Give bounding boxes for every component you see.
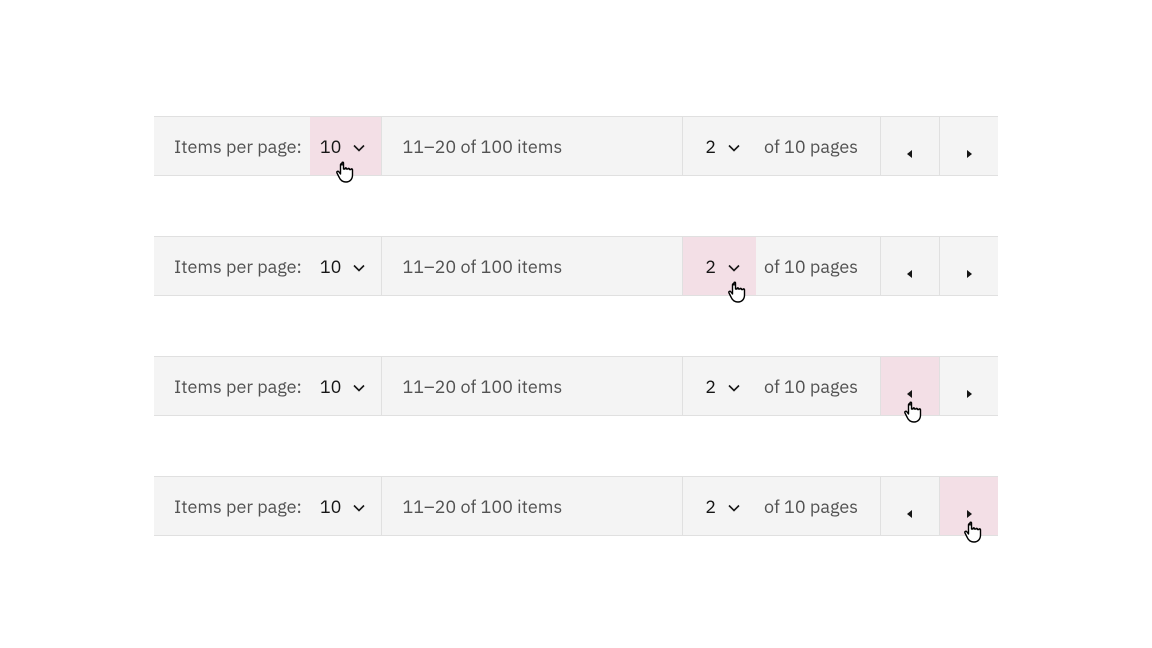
items-per-page-label: Items per page: xyxy=(154,477,310,535)
chevron-down-icon xyxy=(351,378,367,394)
page-select[interactable]: 2 xyxy=(682,117,756,175)
pagination-examples-stage: Items per page: 10 11–20 of 100 items 2 … xyxy=(154,116,998,536)
caret-right-icon xyxy=(964,141,974,151)
pagination-row: Items per page: 10 11–20 of 100 items 2 … xyxy=(154,356,998,416)
chevron-down-icon xyxy=(726,138,742,154)
pagination-bar: Items per page: 10 11–20 of 100 items 2 … xyxy=(154,116,998,176)
pagination-row: Items per page: 10 11–20 of 100 items 2 … xyxy=(154,476,998,536)
items-per-page-value: 10 xyxy=(320,255,342,278)
page-suffix-text: of 10 pages xyxy=(756,237,880,295)
items-per-page-select[interactable]: 10 xyxy=(310,357,382,415)
next-page-button[interactable] xyxy=(939,117,998,175)
pagination-bar: Items per page: 10 11–20 of 100 items 2 … xyxy=(154,356,998,416)
page-select[interactable]: 2 xyxy=(682,477,756,535)
next-page-button[interactable] xyxy=(939,357,998,415)
chevron-down-icon xyxy=(726,498,742,514)
caret-left-icon xyxy=(905,501,915,511)
chevron-down-icon xyxy=(351,498,367,514)
page-suffix-text: of 10 pages xyxy=(756,117,880,175)
page-suffix-text: of 10 pages xyxy=(756,357,880,415)
item-range-text: 11–20 of 100 items xyxy=(381,117,682,175)
item-range-text: 11–20 of 100 items xyxy=(381,237,682,295)
pagination-bar: Items per page: 10 11–20 of 100 items 2 … xyxy=(154,476,998,536)
page-value: 2 xyxy=(705,255,716,278)
page-value: 2 xyxy=(705,495,716,518)
items-per-page-value: 10 xyxy=(320,495,342,518)
page-suffix-text: of 10 pages xyxy=(756,477,880,535)
page-value: 2 xyxy=(705,135,716,158)
previous-page-button[interactable] xyxy=(880,237,939,295)
caret-left-icon xyxy=(905,261,915,271)
chevron-down-icon xyxy=(726,378,742,394)
caret-right-icon xyxy=(964,501,974,511)
page-select[interactable]: 2 xyxy=(682,237,756,295)
item-range-text: 11–20 of 100 items xyxy=(381,477,682,535)
items-per-page-select[interactable]: 10 xyxy=(310,477,382,535)
next-page-button[interactable] xyxy=(939,477,998,535)
previous-page-button[interactable] xyxy=(880,357,939,415)
chevron-down-icon xyxy=(351,258,367,274)
items-per-page-label: Items per page: xyxy=(154,237,310,295)
previous-page-button[interactable] xyxy=(880,117,939,175)
caret-left-icon xyxy=(905,381,915,391)
caret-right-icon xyxy=(964,261,974,271)
pagination-row: Items per page: 10 11–20 of 100 items 2 … xyxy=(154,236,998,296)
previous-page-button[interactable] xyxy=(880,477,939,535)
items-per-page-value: 10 xyxy=(320,375,342,398)
items-per-page-select[interactable]: 10 xyxy=(310,237,382,295)
chevron-down-icon xyxy=(726,258,742,274)
page-value: 2 xyxy=(705,375,716,398)
next-page-button[interactable] xyxy=(939,237,998,295)
item-range-text: 11–20 of 100 items xyxy=(381,357,682,415)
items-per-page-select[interactable]: 10 xyxy=(310,117,382,175)
items-per-page-value: 10 xyxy=(320,135,342,158)
pagination-bar: Items per page: 10 11–20 of 100 items 2 … xyxy=(154,236,998,296)
caret-right-icon xyxy=(964,381,974,391)
page-select[interactable]: 2 xyxy=(682,357,756,415)
items-per-page-label: Items per page: xyxy=(154,357,310,415)
caret-left-icon xyxy=(905,141,915,151)
chevron-down-icon xyxy=(351,138,367,154)
pagination-row: Items per page: 10 11–20 of 100 items 2 … xyxy=(154,116,998,176)
items-per-page-label: Items per page: xyxy=(154,117,310,175)
